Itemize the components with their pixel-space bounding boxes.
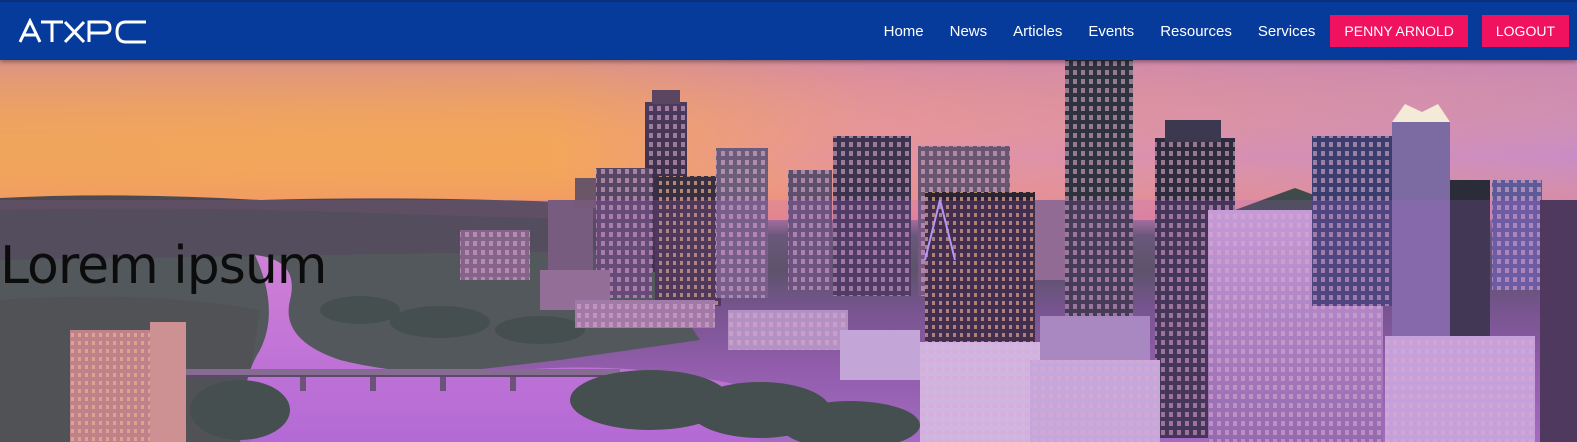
nav-home-link[interactable]: Home xyxy=(884,23,924,40)
hero-banner: Lorem ipsum xyxy=(0,60,1577,442)
nav-articles-link[interactable]: Articles xyxy=(1013,23,1062,40)
page: Home News Articles Events Resources Serv… xyxy=(0,0,1577,442)
atxpc-logo-icon xyxy=(18,17,146,44)
logout-button[interactable]: LOGOUT xyxy=(1481,15,1569,47)
nav-events-link[interactable]: Events xyxy=(1088,23,1134,40)
nav-news-link[interactable]: News xyxy=(950,23,988,40)
hero-title: Lorem ipsum xyxy=(0,236,327,296)
user-profile-button[interactable]: PENNY ARNOLD xyxy=(1330,15,1468,47)
site-logo[interactable] xyxy=(18,17,150,44)
nav-services-link[interactable]: Services xyxy=(1258,23,1316,40)
top-navbar: Home News Articles Events Resources Serv… xyxy=(0,0,1577,60)
nav-resources-link[interactable]: Resources xyxy=(1160,23,1232,40)
main-nav: Home News Articles Events Resources Serv… xyxy=(884,2,1577,60)
